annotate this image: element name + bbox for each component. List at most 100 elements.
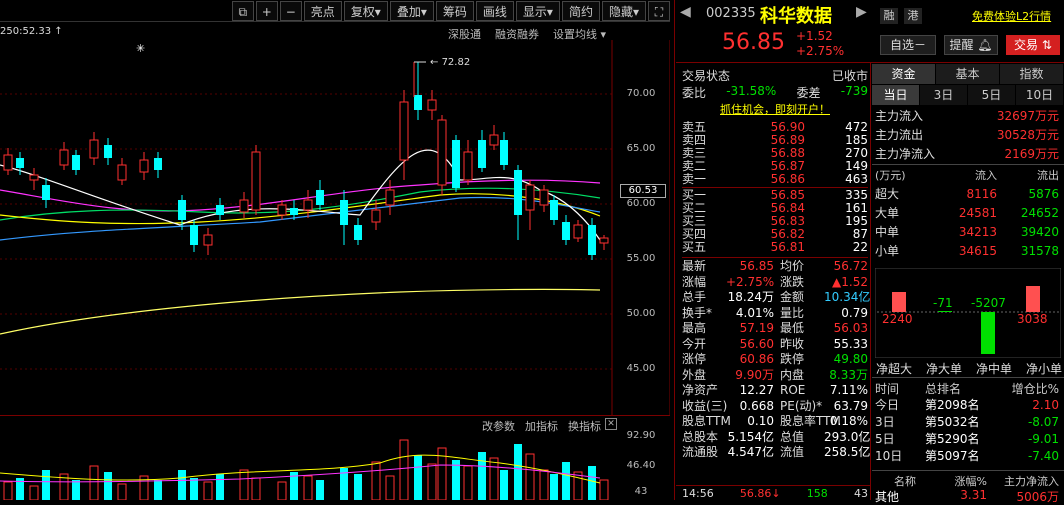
sell-row[interactable]: 卖一 56.86 463: [682, 173, 868, 186]
rank-period: 10日: [875, 449, 903, 463]
price-tick: 65.00: [626, 143, 656, 154]
candlestick: [437, 119, 447, 186]
draw-line-button[interactable]: 画线: [475, 0, 514, 21]
price-change-pct: +2.75%: [796, 44, 845, 58]
price-tick: 70.00: [626, 88, 656, 99]
tab-fund[interactable]: 资金: [872, 64, 936, 84]
tab-5day[interactable]: 5日: [968, 85, 1016, 105]
tab-today[interactable]: 当日: [872, 85, 920, 105]
bell-icon: 🔔︎: [977, 38, 993, 52]
display-button[interactable]: 显示▾: [515, 0, 560, 21]
volume-bar: [427, 463, 437, 500]
candlestick: [203, 234, 213, 246]
stat-value: 57.19: [739, 321, 774, 335]
net-large-bar: [938, 311, 952, 312]
trade-button[interactable]: 交易 ⇅: [1006, 35, 1060, 55]
fund-inflow: 34615: [958, 244, 997, 258]
net-value: -71: [933, 296, 953, 310]
stat-label: PE(动)*: [780, 398, 823, 413]
fund-table-label: 小单: [875, 244, 900, 258]
tick-price: 56.86↓: [739, 487, 781, 500]
stat-label: 总值: [780, 429, 805, 444]
zoom-in-button[interactable]: +: [255, 0, 278, 21]
simple-button[interactable]: 简约: [561, 0, 600, 21]
fullscreen-icon[interactable]: ⛶: [648, 0, 670, 21]
stat-row: 总股本 5.154亿 总值 293.0亿: [682, 429, 870, 446]
tab-index[interactable]: 指数: [1000, 64, 1064, 84]
stat-value: 0.79: [841, 305, 868, 320]
outflow-header: 流出: [1037, 169, 1059, 182]
fund-outflow: 31578: [1020, 244, 1059, 258]
edit-params-link[interactable]: 改参数: [482, 418, 515, 434]
next-stock-icon[interactable]: ▶: [856, 4, 867, 20]
stat-value: ▲1.52: [832, 274, 868, 289]
overlay-button[interactable]: 叠加▾: [389, 0, 434, 21]
candlestick: [500, 140, 508, 165]
rank-pct: -9.01: [1027, 432, 1059, 446]
add-indicator-link[interactable]: 加指标: [525, 418, 558, 434]
open-account-banner[interactable]: 抓住机会，即刻开户！: [682, 101, 868, 121]
stat-row: 收益(三) 0.668 PE(动)* 63.79: [682, 399, 868, 415]
last-tick: 14:56 56.86↓ 158 43: [682, 487, 868, 500]
volume-bar: [203, 481, 213, 500]
close-icon[interactable]: ✕: [605, 418, 617, 430]
volume-bar: [104, 472, 112, 500]
fund-outflow: 39420: [1020, 225, 1059, 239]
net-value: 3038: [1017, 312, 1048, 326]
fund-table-label: 超大: [875, 187, 900, 201]
divider: [0, 415, 670, 416]
margin-tag: 融: [880, 8, 898, 24]
l2-trial-link[interactable]: 免费体验L2行情: [972, 8, 1051, 24]
chips-button[interactable]: 筹码: [435, 0, 474, 21]
rank-value: 第5032名: [925, 415, 980, 429]
divider: [872, 470, 1064, 471]
net-label: 净小单: [1025, 362, 1062, 376]
buy-row[interactable]: 买五 56.81 22: [682, 241, 868, 254]
switch-indicator-link[interactable]: 换指标: [568, 418, 601, 434]
rank-row: 今日 第2098名 2.10: [875, 397, 1059, 414]
tab-basic[interactable]: 基本: [936, 64, 1000, 84]
current-price-tag: 60.53: [620, 184, 666, 198]
tick-volume: 158: [806, 487, 828, 500]
volume-links: 改参数 加指标 换指标: [482, 418, 601, 434]
volume-bar: [514, 444, 522, 500]
window-icon[interactable]: ⧉: [231, 0, 254, 21]
watchlist-button[interactable]: 自选－: [880, 35, 936, 55]
stat-label: 净资产: [682, 383, 719, 397]
stat-label: 涨停: [682, 352, 707, 366]
rank-pct: -7.40: [1027, 449, 1059, 463]
volume-bar: [452, 460, 460, 500]
candlestick: [277, 204, 287, 216]
stat-value: 0.10: [747, 414, 774, 428]
tab-3day[interactable]: 3日: [920, 85, 968, 105]
candlestick: [239, 199, 249, 213]
candlestick-chart[interactable]: [0, 40, 670, 415]
candlestick: [89, 139, 99, 159]
zoom-out-button[interactable]: −: [279, 0, 302, 21]
candlestick: [452, 140, 460, 188]
tab-10day[interactable]: 10日: [1016, 85, 1064, 105]
volume-bar: [478, 452, 486, 500]
price-change: +1.52: [796, 29, 833, 43]
net-value: 2240: [882, 312, 913, 326]
stat-value: 4.547亿: [727, 445, 774, 459]
stat-row: 今开 56.60 昨收 55.33: [682, 337, 868, 353]
ma250-label: 250:52.33 ↑: [0, 26, 63, 37]
candlestick: [489, 134, 499, 146]
stat-label: 均价: [780, 259, 805, 273]
highlight-button[interactable]: 亮点: [303, 0, 342, 21]
volume-chart[interactable]: [0, 433, 612, 500]
stat-label: 金额: [780, 290, 805, 304]
order-book: 交易状态 已收市 委比 -31.58% 委差 -739 抓住机会，即刻开户！ 卖五…: [682, 67, 870, 461]
prev-stock-icon[interactable]: ◀: [680, 4, 691, 20]
buy-orders: 买一 56.85 335 买二 56.84 161 买三 56.83 195 买四 56.82 87 买…: [682, 189, 868, 254]
hide-button[interactable]: 隐藏▾: [601, 0, 646, 21]
adjust-button[interactable]: 复权▾: [343, 0, 388, 21]
volume-bar: [42, 470, 50, 500]
volume-bar: [371, 461, 381, 500]
candlestick: [371, 209, 381, 223]
high-price-label: ← 72.82: [430, 57, 471, 68]
alert-button[interactable]: 提醒 🔔︎: [944, 35, 998, 55]
fund-flow-label: 主力流入: [875, 109, 924, 123]
fund-outflow: 5876: [1028, 187, 1059, 201]
